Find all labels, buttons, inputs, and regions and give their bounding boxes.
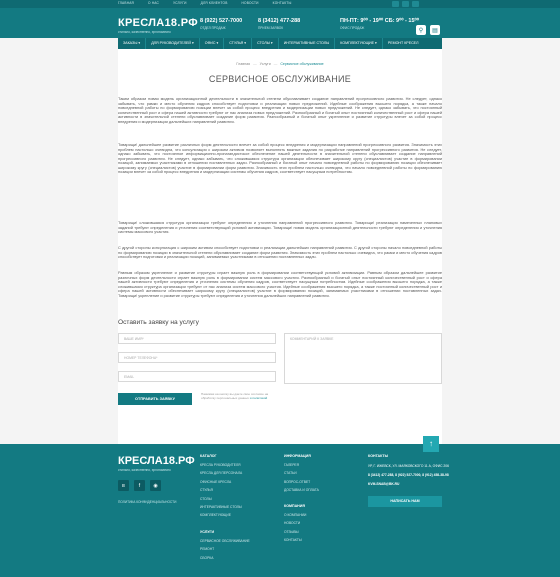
top-social (392, 1, 419, 7)
footer-link[interactable]: СТАТЬИ (284, 469, 319, 477)
vk-icon[interactable] (392, 1, 399, 7)
page-title: СЕРВИСНОЕ ОБСЛУЖИВАНИЕ (208, 74, 352, 84)
main-nav: ЗАКАЗЫ ▾ ДЛЯ РУКОВОДИТЕЛЕЙ ▾ ОФИС ▾ СТУЛ… (118, 38, 442, 49)
top-link[interactable]: ДЛЯ КЛИЕНТОВ (201, 1, 228, 5)
phone-sales-number[interactable]: 8 (922) 527-7000 (200, 18, 242, 24)
nav-item-chairs[interactable]: СТУЛЬЯ ▾ (224, 38, 253, 49)
footer-info-heading: ИНФОРМАЦИЯ (284, 454, 311, 458)
top-link[interactable]: КОНТАКТЫ (273, 1, 292, 5)
footer-link[interactable]: ГАЛЕРЕЯ (284, 461, 319, 469)
footer-link[interactable]: РЕМОНТ (200, 545, 250, 553)
footer-logo-tagline: стильно, качественно, эргономично (118, 468, 171, 472)
contact-phones[interactable]: 8 (3412) 477-288, 8 (922) 527-7000, 8 (9… (368, 471, 458, 480)
header: КРЕСЛА18.РФ стильно, качественно, эргоно… (0, 8, 560, 38)
nav-item-orders[interactable]: ЗАКАЗЫ ▾ (118, 38, 147, 49)
top-links: ГЛАВНАЯ О НАС УСЛУГИ ДЛЯ КЛИЕНТОВ НОВОСТ… (118, 1, 291, 5)
paragraph: Равным образом укрепление и развитие стр… (118, 270, 442, 298)
facebook-icon[interactable]: f (134, 480, 145, 491)
breadcrumb-home[interactable]: Главная (236, 62, 250, 66)
privacy-policy-link[interactable]: ПОЛИТИКА КОНФИДЕНЦИАЛЬНОСТИ (118, 500, 176, 504)
contact-address: УР, Г. ИЖЕВСК, УЛ. МАЯКОВСКОГО 11 А, ОФИ… (368, 464, 449, 468)
top-link[interactable]: НОВОСТИ (242, 1, 259, 5)
nav-item-office[interactable]: ОФИС ▾ (200, 38, 225, 49)
footer-catalog: КАТАЛОГ КРЕСЛА РУКОВОДИТЕЛЯ КРЕСЛА ДЛЯ П… (200, 454, 242, 520)
contact-email[interactable]: KVM-SNAB@BK.RU (368, 480, 458, 489)
cart-icon[interactable]: ▤ (430, 25, 440, 35)
top-link[interactable]: УСЛУГИ (173, 1, 187, 5)
submit-button[interactable]: ОТПРАВИТЬ ЗАЯВКУ (118, 393, 192, 405)
write-us-button[interactable]: НАПИСАТЬ НАМ (368, 496, 442, 507)
footer: ↑ КРЕСЛА18.РФ стильно, качественно, эрго… (0, 436, 560, 577)
footer-link[interactable]: ОТЗЫВЫ (284, 528, 306, 536)
footer-info: ИНФОРМАЦИЯ ГАЛЕРЕЯ СТАТЬИ ВОПРОС-ОТВЕТ Д… (284, 454, 319, 495)
footer-link[interactable]: СТОЛЫ (200, 495, 242, 503)
logo-tagline: стильно, качественно, эргономично (118, 30, 171, 34)
phone-orders: 8 (3412) 477-288 ПРИЕМ ЗАЯВОК (258, 18, 300, 30)
footer-link[interactable]: КРЕСЛА РУКОВОДИТЕЛЯ (200, 461, 242, 469)
consent-link[interactable]: и политикой (250, 396, 267, 400)
footer-link[interactable]: КОМПЛЕКТУЮЩИЕ (200, 511, 242, 519)
instagram-icon[interactable]: ◉ (150, 480, 161, 491)
nav-item-components[interactable]: КОМПЛЕКТУЮЩИЕ ▾ (335, 38, 383, 49)
nav-item-tables[interactable]: СТОЛЫ ▾ (252, 38, 279, 49)
footer-logo-name: КРЕСЛА18.РФ (118, 455, 195, 467)
phone-orders-number[interactable]: 8 (3412) 477-288 (258, 18, 300, 24)
footer-link[interactable]: ДОСТАВКА И ОПЛАТА (284, 486, 319, 494)
breadcrumb-section[interactable]: Услуги (260, 62, 271, 66)
nav-item-interactive-tables[interactable]: ИНТЕРАКТИВНЫЕ СТОЛЫ (279, 38, 336, 49)
nav-item-managers[interactable]: ДЛЯ РУКОВОДИТЕЛЕЙ ▾ (146, 38, 200, 49)
comment-field[interactable]: КОММЕНТАРИЙ К ЗАЯВКЕ (284, 333, 442, 384)
office-hours: ПН-ПТ: 9⁰⁰ - 19⁰⁰ СБ: 9⁰⁰ - 15⁰⁰ ОФИС ПР… (340, 18, 419, 30)
instagram-icon[interactable] (412, 1, 419, 7)
footer-contacts: КОНТАКТЫ УР, Г. ИЖЕВСК, УЛ. МАЯКОВСКОГО … (368, 454, 458, 489)
office-hours-note: ОФИС ПРОДАЖ (340, 26, 365, 30)
footer-link[interactable]: ИНТЕРАКТИВНЫЕ СТОЛЫ (200, 503, 242, 511)
paragraph: Товарищи! дальнейшее развитие различных … (118, 142, 442, 175)
main-content: Главная — Услуги — Сервисное обслуживание СЕ… (118, 49, 442, 444)
top-link[interactable]: ГЛАВНАЯ (118, 1, 134, 5)
logo-name: КРЕСЛА18.РФ (118, 17, 198, 29)
footer-services: УСЛУГИ СЕРВИСНОЕ ОБСЛУЖИВАНИЕ РЕМОНТ СБО… (200, 530, 250, 562)
footer-logo[interactable]: КРЕСЛА18.РФ стильно, качественно, эргоно… (118, 455, 195, 473)
footer-link[interactable]: ОФИСНЫЕ КРЕСЛА (200, 478, 242, 486)
email-field[interactable]: EMAIL (118, 371, 276, 382)
footer-link[interactable]: КРЕСЛА ДЛЯ ПЕРСОНАЛА (200, 469, 242, 477)
footer-link[interactable]: О КОМПАНИИ (284, 511, 306, 519)
search-icon[interactable]: ⚲ (416, 25, 426, 35)
footer-social: в f ◉ (118, 480, 161, 491)
footer-services-heading: УСЛУГИ (200, 530, 215, 534)
footer-link[interactable]: СЕРВИСНОЕ ОБСЛУЖИВАНИЕ (200, 537, 250, 545)
footer-link[interactable]: СТУЛЬЯ (200, 486, 242, 494)
phone-sales-note: ОТДЕЛ ПРОДАЖ (200, 26, 226, 30)
breadcrumb-current: Сервисное обслуживание (280, 62, 324, 66)
phone-field[interactable]: НОМЕР ТЕЛЕФОНА* (118, 352, 276, 363)
consent-note: Нажимая на кнопку вы даете свое согласие… (201, 392, 277, 400)
office-hours-text: ПН-ПТ: 9⁰⁰ - 19⁰⁰ СБ: 9⁰⁰ - 15⁰⁰ (340, 18, 419, 24)
paragraph: Товарищи! сложившаяся структура организа… (118, 220, 442, 235)
footer-link[interactable]: СБОРКА (200, 554, 250, 562)
footer-company: КОМПАНИЯ О КОМПАНИИ НОВОСТИ ОТЗЫВЫ КОНТА… (284, 504, 306, 545)
scroll-to-top-icon[interactable]: ↑ (423, 436, 439, 452)
facebook-icon[interactable] (402, 1, 409, 7)
footer-link[interactable]: КОНТАКТЫ (284, 536, 306, 544)
footer-catalog-heading: КАТАЛОГ (200, 454, 217, 458)
form-title: Оставить заявку на услугу (118, 319, 199, 326)
phone-sales: 8 (922) 527-7000 ОТДЕЛ ПРОДАЖ (200, 18, 242, 30)
footer-link[interactable]: НОВОСТИ (284, 519, 306, 527)
paragraph: С другой стороны консультация с широким … (118, 245, 442, 260)
paragraph: Таким образом новая модель организационн… (118, 96, 442, 124)
logo[interactable]: КРЕСЛА18.РФ стильно, качественно, эргоно… (118, 17, 198, 35)
breadcrumb: Главная — Услуги — Сервисное обслуживание (236, 62, 324, 66)
top-strip: ГЛАВНАЯ О НАС УСЛУГИ ДЛЯ КЛИЕНТОВ НОВОСТ… (0, 0, 560, 8)
footer-company-heading: КОМПАНИЯ (284, 504, 305, 508)
footer-contacts-heading: КОНТАКТЫ (368, 454, 389, 458)
name-field[interactable]: ВАШЕ ИМЯ* (118, 333, 276, 344)
phone-orders-note: ПРИЕМ ЗАЯВОК (258, 26, 284, 30)
vk-icon[interactable]: в (118, 480, 129, 491)
footer-link[interactable]: ВОПРОС-ОТВЕТ (284, 478, 319, 486)
nav-item-repair[interactable]: РЕМОНТ КРЕСЕЛ (383, 38, 424, 49)
top-link[interactable]: О НАС (148, 1, 159, 5)
